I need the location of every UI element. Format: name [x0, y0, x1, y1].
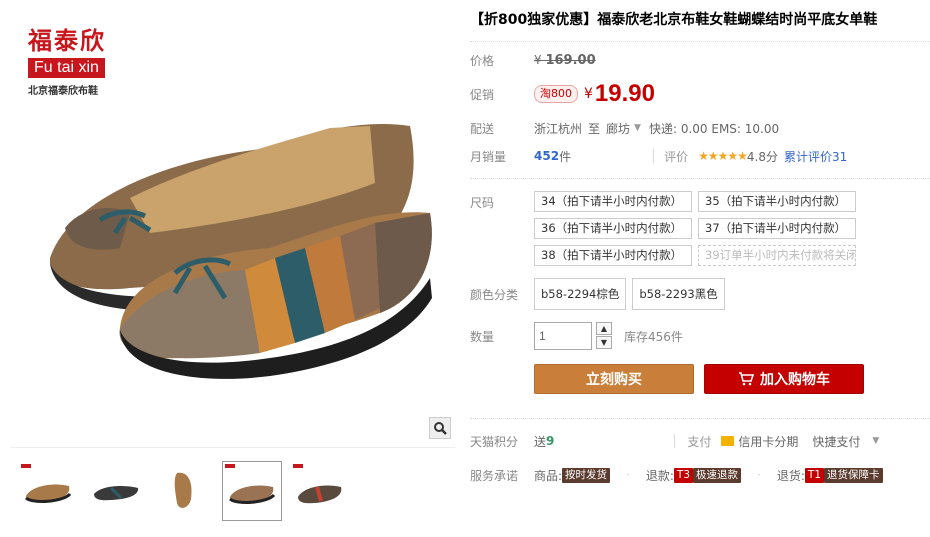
sales-count: 452 [534, 149, 560, 163]
service-return-word: 退货: [776, 468, 805, 483]
size-option[interactable]: 35（拍下请半小时内付款） [698, 191, 856, 212]
color-option-brown[interactable]: b58-2294棕色 [534, 278, 627, 310]
product-gallery: 福泰欣 Fu tai xin 北京福泰欣布鞋 [10, 8, 455, 537]
credit-installment-link[interactable]: 信用卡分期 [738, 433, 798, 450]
cart-icon [739, 372, 754, 386]
fast-refund-badge: 极速退款 [693, 467, 742, 483]
color-option-black[interactable]: b58-2293黑色 [632, 278, 725, 310]
size-option[interactable]: 38（拍下请半小时内付款） [534, 245, 692, 266]
payment-label: 支付 [687, 434, 712, 449]
thumbnail-2[interactable] [86, 461, 146, 521]
dot-separator: · [757, 468, 761, 482]
thumbnail-shoe-image [229, 485, 276, 504]
shipping-label: 配送 [470, 121, 495, 136]
dot-separator: · [626, 468, 630, 482]
credit-card-icon [721, 436, 735, 446]
shipping-to-word: 至 [588, 121, 601, 136]
section-divider [470, 178, 930, 179]
section-divider [470, 418, 930, 419]
points-value: 9 [546, 434, 555, 448]
chevron-down-icon[interactable]: ▼ [872, 436, 879, 446]
on-time-delivery-badge: 按时发货 [562, 467, 611, 483]
quantity-stepper: ▲ ▼ [596, 322, 612, 350]
thumbnail-strip [10, 455, 455, 527]
sales-row: 月销量 452 件 评价 ★★★★★ 4.8分 累计评价31 [470, 142, 930, 170]
return-guarantee-badge: 退货保障卡 [824, 467, 883, 483]
action-buttons: 立刻购买 加入购物车 [534, 364, 930, 394]
total-reviews-link[interactable]: 累计评价31 [784, 148, 847, 165]
promo-currency: ¥ [584, 86, 593, 102]
size-selector: 尺码 34（拍下请半小时内付款） 35（拍下请半小时内付款） 36（拍下请半小时… [470, 187, 930, 266]
shipping-destination[interactable]: 廊坊 [606, 120, 630, 137]
review-label: 评价 [664, 149, 689, 164]
service-refund-word: 退款: [645, 468, 674, 483]
sales-label: 月销量 [470, 149, 507, 164]
thumbnail-5[interactable] [290, 461, 350, 521]
thumbnail-3[interactable] [154, 461, 214, 521]
product-info-panel: 【折800独家优惠】福泰欣老北京布鞋女鞋蝴蝶结时尚平底女单鞋 价格 ¥ 169.… [470, 8, 930, 537]
decrease-icon[interactable]: ▼ [596, 336, 612, 349]
size-label: 尺码 [470, 196, 495, 210]
shipping-row: 配送 浙江杭州 至 廊坊 ▼ 快递: 0.00 EMS: 10.00 [470, 114, 930, 142]
price-row: 价格 ¥ 169.00 [470, 46, 930, 74]
points-row: 天猫积分 送 9 支付 信用卡分期 快捷支付 ▼ [470, 427, 930, 455]
thumbnail-shoe-image [174, 472, 192, 508]
shoes-illustration [49, 124, 432, 379]
t3-badge: T3 [673, 467, 694, 483]
sales-unit: 件 [559, 149, 572, 164]
promo-price: 19.90 [594, 80, 655, 107]
divider [653, 149, 655, 163]
size-option-disabled: 39订单半小时内未付款将关闭 [698, 245, 856, 266]
promo-tag: 淘800 [534, 85, 578, 103]
points-gift-word: 送 [534, 434, 547, 449]
mini-logo-icon [293, 464, 303, 468]
size-option[interactable]: 37（拍下请半小时内付款） [698, 218, 856, 239]
mini-logo-icon [225, 464, 235, 468]
main-product-image[interactable]: 福泰欣 Fu tai xin 北京福泰欣布鞋 [10, 8, 455, 448]
stock-text: 库存456件 [624, 329, 683, 344]
quick-pay-link[interactable]: 快捷支付 [812, 433, 860, 450]
size-option[interactable]: 34（拍下请半小时内付款） [534, 191, 692, 212]
original-price-value: 169.00 [545, 52, 596, 68]
quantity-input[interactable] [534, 322, 592, 350]
service-label: 服务承诺 [470, 468, 519, 483]
original-price-currency: ¥ [534, 52, 542, 67]
product-title: 【折800独家优惠】福泰欣老北京布鞋女鞋蝴蝶结时尚平底女单鞋 [470, 8, 930, 42]
increase-icon[interactable]: ▲ [596, 322, 612, 335]
shipping-fees: 快递: 0.00 EMS: 10.00 [648, 121, 780, 136]
size-option[interactable]: 36（拍下请半小时内付款） [534, 218, 692, 239]
original-price: ¥ 169.00 [534, 53, 596, 68]
quantity-label: 数量 [470, 329, 495, 344]
rating-score: 4.8分 [746, 149, 778, 164]
quantity-row: 数量 ▲ ▼ 库存456件 [470, 322, 930, 350]
zoom-button[interactable] [429, 417, 451, 439]
divider [674, 434, 676, 448]
price-label: 价格 [470, 53, 495, 68]
size-options: 34（拍下请半小时内付款） 35（拍下请半小时内付款） 36（拍下请半小时内付款… [534, 191, 856, 266]
mini-logo-icon [21, 464, 31, 468]
thumbnail-shoe-image [94, 486, 139, 501]
thumbnail-shoe-image [298, 485, 342, 504]
buy-now-label: 立刻购买 [586, 372, 642, 388]
thumbnail-4[interactable] [222, 461, 282, 521]
service-row: 服务承诺 商品: 按时发货 · 退款: T3 极速退款 · 退货: T1 退货保… [470, 461, 930, 489]
chevron-down-icon[interactable]: ▼ [634, 123, 641, 133]
color-label: 颜色分类 [470, 287, 519, 302]
service-goods-word: 商品: [534, 468, 563, 483]
t1-badge: T1 [804, 467, 825, 483]
rating-stars: ★★★★★ [698, 149, 748, 163]
promo-label: 促销 [470, 87, 495, 102]
shipping-from: 浙江杭州 [534, 121, 583, 136]
points-label: 天猫积分 [470, 434, 519, 449]
magnifier-icon [434, 422, 447, 435]
thumbnail-shoe-image [25, 484, 72, 503]
buy-now-button[interactable]: 立刻购买 [534, 364, 694, 394]
promo-row: 促销 淘800 ¥ 19.90 [470, 74, 930, 114]
add-to-cart-button[interactable]: 加入购物车 [704, 364, 864, 394]
color-selector: 颜色分类 b58-2294棕色 b58-2293黑色 [470, 278, 930, 310]
thumbnail-1[interactable] [18, 461, 78, 521]
add-to-cart-label: 加入购物车 [760, 372, 830, 388]
